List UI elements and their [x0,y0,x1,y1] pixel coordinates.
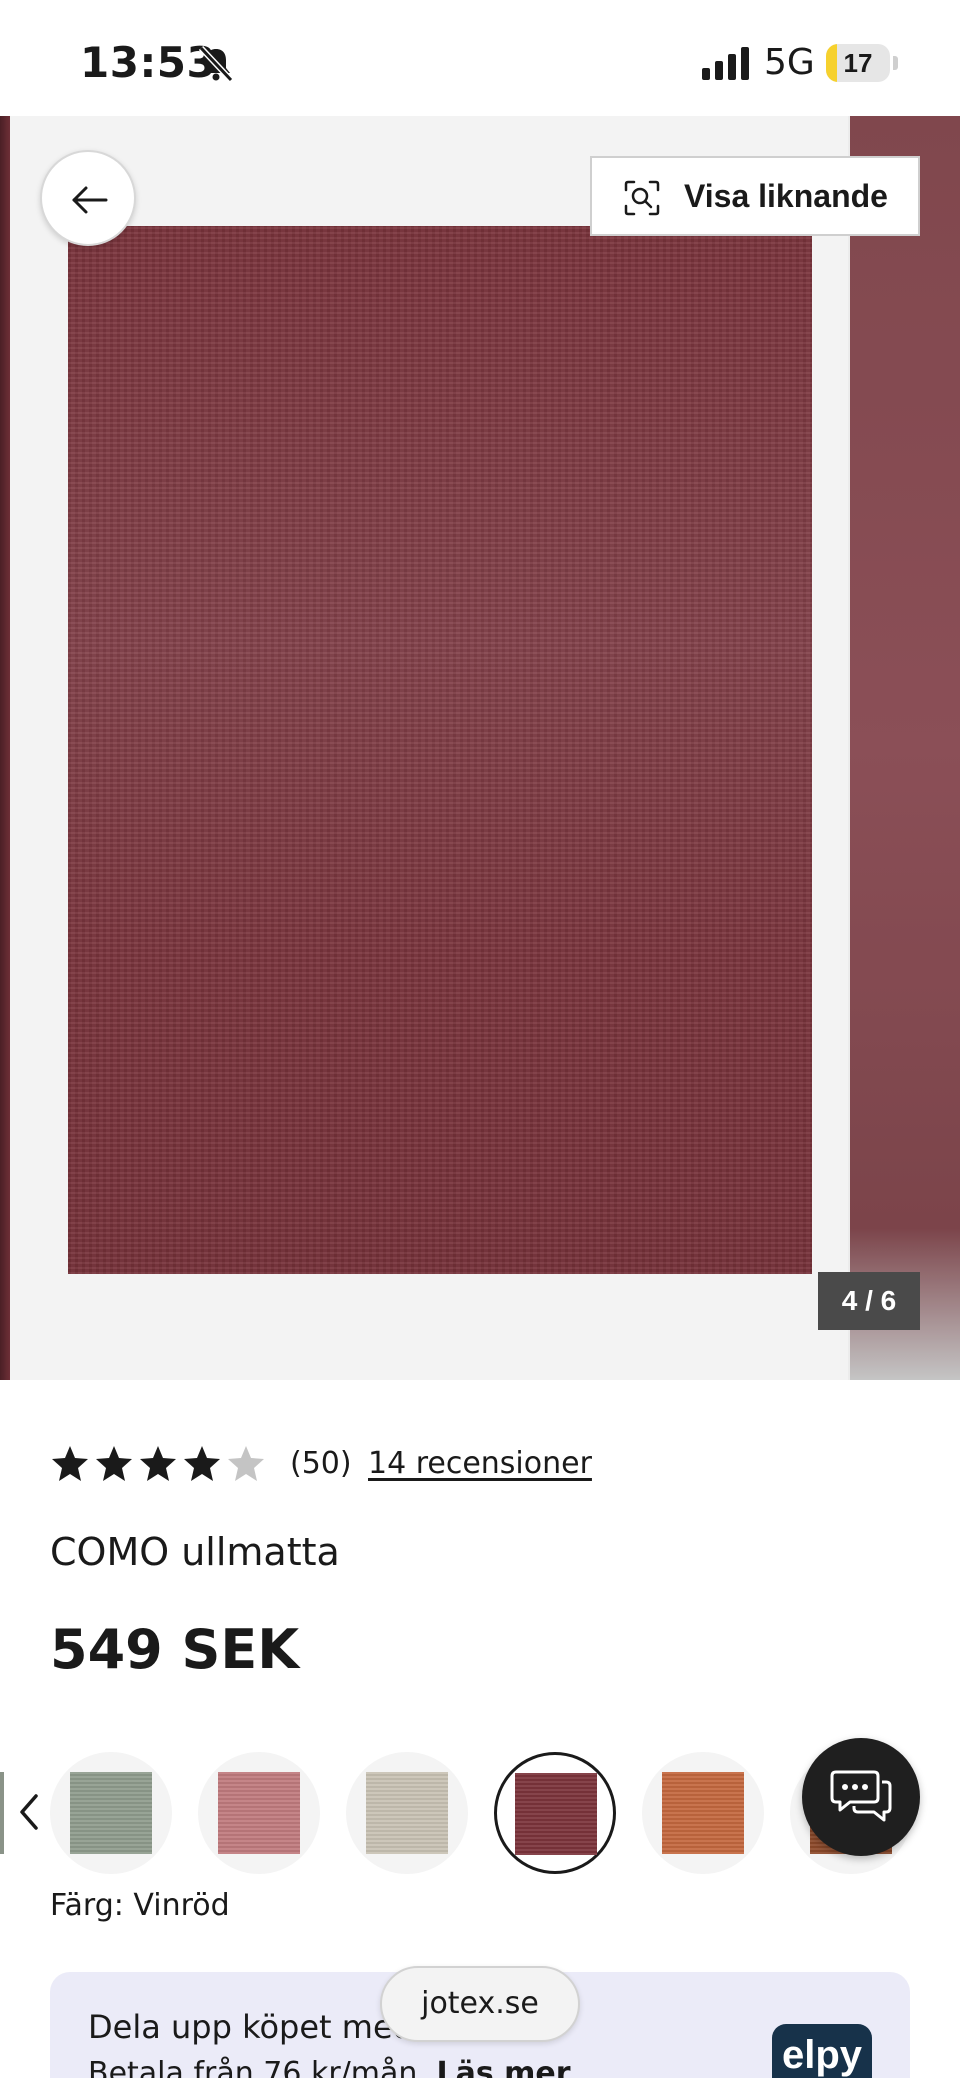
product-image-gallery[interactable]: Visa liknande 4 / 6 [0,116,960,1380]
next-slide-peek[interactable] [850,116,960,1380]
product-image-rug[interactable] [68,226,812,1274]
previous-slide-peek [0,116,10,1380]
color-swatch-orange[interactable] [642,1752,764,1874]
network-label: 5G [764,42,815,83]
star-empty-icon [228,1446,264,1481]
swatch-image [662,1772,744,1854]
product-title: COMO ullmatta [50,1530,340,1574]
battery-tip [893,56,898,70]
color-swatch-beige[interactable] [346,1752,468,1874]
swatch-image [366,1772,448,1854]
chat-bubbles-icon [830,1770,892,1822]
visual-search-icon [624,180,660,216]
status-bar: 13:53 5G 17 [0,0,960,116]
signal-bars-icon [702,47,749,80]
battery-level: 17 [843,48,873,78]
reviews-link[interactable]: 14 recensioner [368,1446,592,1481]
product-price: 549 SEK [50,1618,300,1681]
chevron-left-icon[interactable] [16,1790,42,1834]
chat-button[interactable] [802,1738,920,1856]
star-filled-icon [96,1446,132,1481]
back-button[interactable] [40,150,136,246]
star-filled-icon [184,1446,220,1481]
bell-slash-icon [198,45,234,83]
read-more-link[interactable]: Läs mer [437,2056,571,2078]
arrow-left-icon [72,186,108,214]
star-filled-icon [140,1446,176,1481]
color-swatch-green[interactable] [50,1752,172,1874]
swatch-image [218,1772,300,1854]
installment-price-text: Betala från 76 kr/mån. Läs mer [88,2056,571,2078]
star-filled-icon [52,1446,88,1481]
color-swatch-pink[interactable] [198,1752,320,1874]
selected-color-label: Färg: Vinröd [50,1888,230,1923]
show-similar-button[interactable]: Visa liknande [590,156,920,236]
battery-indicator: 17 [826,44,890,82]
image-counter: 4 / 6 [818,1272,920,1330]
swatch-image [70,1772,152,1854]
rating-row: (50) 14 recensioner [50,1444,930,1488]
installment-price: Betala från 76 kr/mån. [88,2056,427,2078]
gallery-slide[interactable] [10,116,848,1380]
browser-domain-pill[interactable]: jotex.se [380,1966,580,2042]
installment-text: Dela upp köpet med [88,2008,413,2046]
next-slide-overlay [850,116,960,1380]
color-swatch-wine-red[interactable] [494,1752,616,1874]
rating-count: (50) [290,1446,352,1481]
show-similar-label: Visa liknande [684,178,888,214]
offscreen-swatch-edge [0,1772,4,1854]
swatch-image [515,1773,597,1855]
elpy-logo: elpy [772,2024,872,2078]
